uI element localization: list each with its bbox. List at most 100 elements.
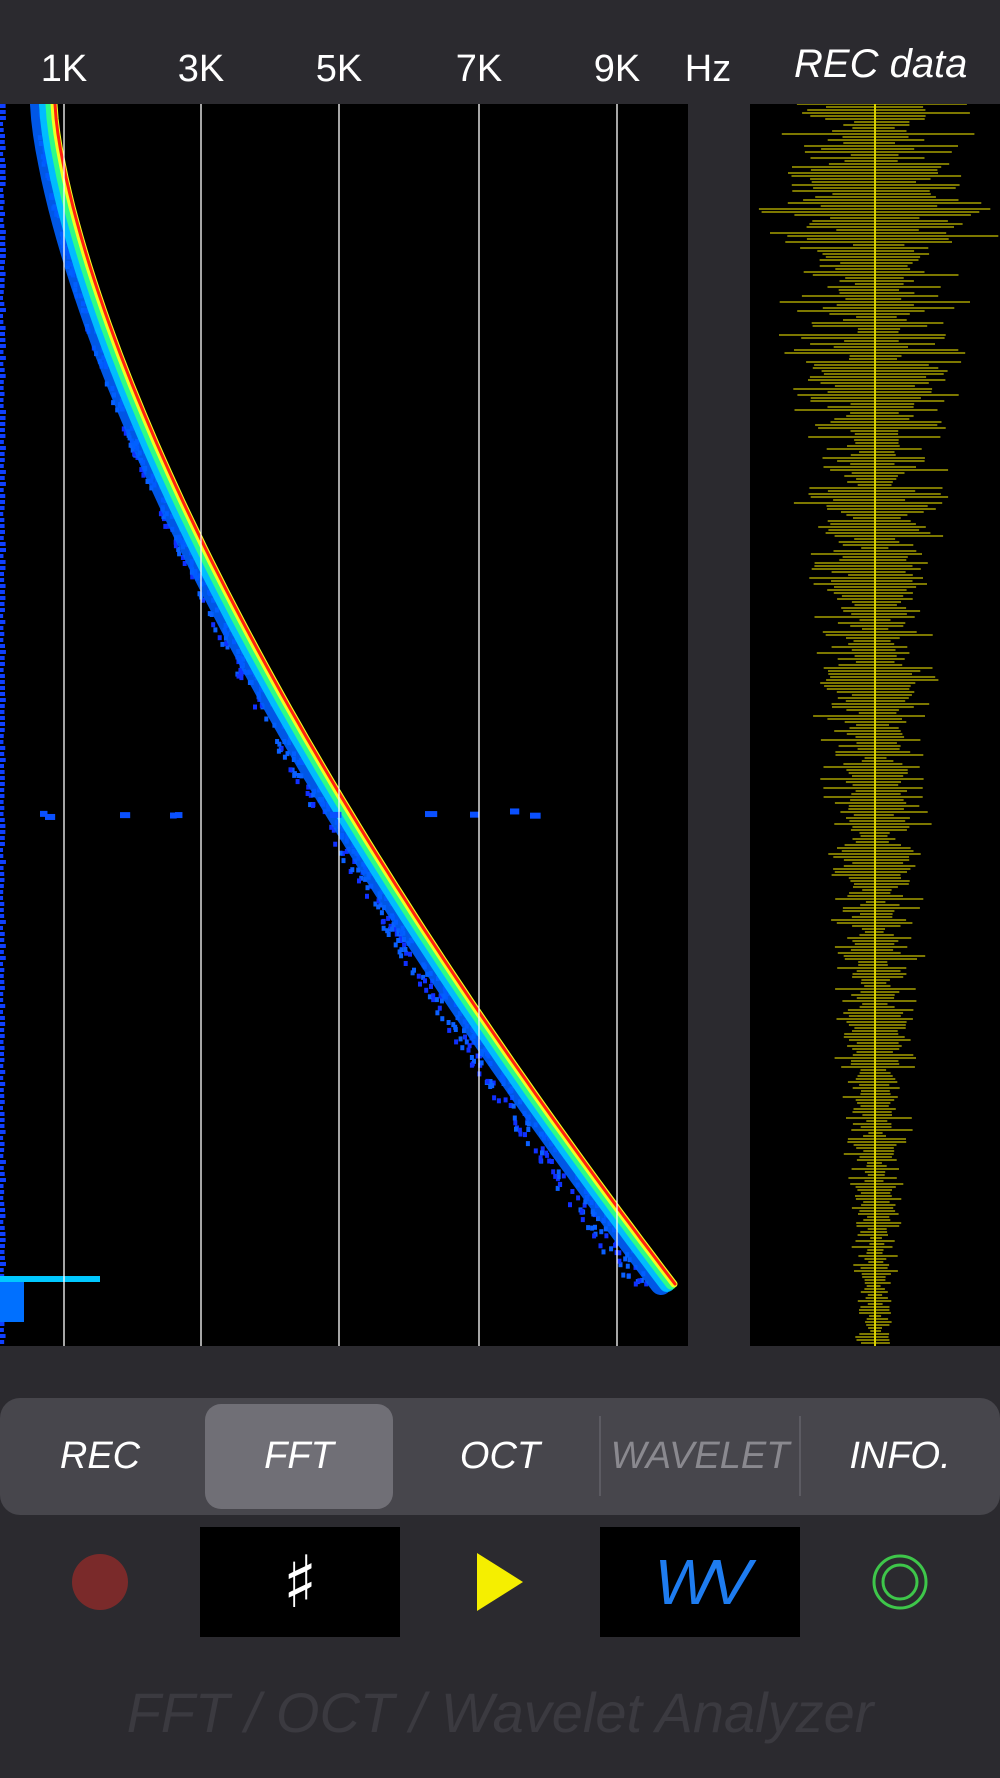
spectrogram-edge-noise xyxy=(0,740,4,744)
spectrogram-speckle xyxy=(435,1010,440,1016)
spectrogram-edge-noise xyxy=(0,362,4,366)
spectrogram-edge-noise xyxy=(0,128,4,132)
spectrogram-speckle xyxy=(533,1148,538,1154)
spectrogram-edge-noise xyxy=(0,470,6,474)
spectrogram-speckle xyxy=(557,1181,562,1187)
spectrogram-edge-noise xyxy=(0,1058,5,1062)
spectrogram-artifact xyxy=(0,1276,100,1282)
spectrogram-display[interactable] xyxy=(0,104,688,1346)
freq-unit-hz: Hz xyxy=(684,48,732,90)
spectrogram-edge-noise xyxy=(0,566,6,570)
spectrogram-edge-noise xyxy=(0,380,4,384)
spectrogram-edge-noise xyxy=(0,296,4,300)
spectrogram-edge-noise xyxy=(0,506,5,510)
spectrogram-edge-noise xyxy=(0,212,6,216)
spectrogram-edge-noise xyxy=(0,254,6,258)
spectrogram-edge-noise xyxy=(0,332,5,336)
spectrogram-edge-noise xyxy=(0,1064,4,1068)
spectrogram-edge-noise xyxy=(0,458,5,462)
spectrogram-edge-noise xyxy=(0,170,6,174)
spectrogram-edge-noise xyxy=(0,1124,5,1128)
spectrogram-edge-noise xyxy=(0,938,5,942)
tab-rec[interactable]: REC xyxy=(6,1404,194,1509)
spectrogram-edge-noise xyxy=(0,410,6,414)
spectrogram-edge-noise xyxy=(0,398,4,402)
spectrogram-edge-noise xyxy=(0,386,4,390)
spectrogram-edge-noise xyxy=(0,908,4,912)
tab-wavelet[interactable]: WAVELET xyxy=(606,1404,794,1509)
spectrogram-speckle xyxy=(357,878,361,884)
spectrogram-speckle xyxy=(447,1027,452,1033)
spectrogram-speckle xyxy=(617,1258,622,1264)
tab-oct[interactable]: OCT xyxy=(406,1404,594,1509)
spectrogram-speckle xyxy=(513,1120,518,1126)
spectrogram-speckle xyxy=(626,1273,631,1279)
spectrogram-speckle xyxy=(469,1055,474,1060)
spectrogram-edge-noise xyxy=(0,722,6,726)
play-button[interactable] xyxy=(450,1527,550,1637)
target-button[interactable] xyxy=(850,1527,950,1637)
spectrogram-edge-noise xyxy=(0,1214,6,1218)
spectrogram-speckle xyxy=(586,1225,591,1231)
spectrogram-speckle xyxy=(423,978,427,984)
spectrogram-edge-noise xyxy=(0,872,5,876)
spectrogram-speckle xyxy=(601,1249,606,1255)
spectrogram-edge-noise xyxy=(0,1202,5,1206)
wavelet-button[interactable]: WV xyxy=(600,1527,800,1637)
spectrogram-edge-noise xyxy=(0,944,6,948)
rec-data-waveform xyxy=(750,104,1000,1346)
spectrogram-edge-noise xyxy=(0,1334,6,1338)
spectrogram-edge-noise xyxy=(0,260,5,264)
spectrogram-edge-noise xyxy=(0,500,6,504)
spectrogram-edge-noise xyxy=(0,668,4,672)
spectrogram-speckle xyxy=(295,779,300,785)
spectrogram-edge-noise xyxy=(0,1196,4,1200)
spectrogram-speckle xyxy=(503,1097,508,1103)
spectrogram-edge-noise xyxy=(0,1112,5,1116)
spectrogram-speckle xyxy=(617,1250,622,1256)
spectrogram-edge-noise xyxy=(0,164,6,168)
spectrogram-speckle xyxy=(576,1195,581,1201)
spectrogram-artifact xyxy=(0,1282,24,1322)
spectrogram-edge-noise xyxy=(0,356,6,360)
spectrogram-edge-noise xyxy=(0,800,4,804)
spectrogram-edge-noise xyxy=(0,422,6,426)
spectrogram-edge-noise xyxy=(0,104,6,108)
spectrogram-speckle xyxy=(463,1034,467,1040)
spectrogram-edge-noise xyxy=(0,1244,5,1248)
spectrogram-edge-noise xyxy=(0,452,5,456)
spectrogram-edge-noise xyxy=(0,608,5,612)
spectrogram-speckle xyxy=(440,1016,445,1022)
spectrogram-speckle xyxy=(396,938,401,943)
spectrogram-edge-noise xyxy=(0,686,6,690)
spectrogram-speckle xyxy=(540,1150,544,1156)
spectrogram-artifact xyxy=(120,812,131,819)
spectrogram-edge-noise xyxy=(0,896,4,900)
spectrogram-edge-noise xyxy=(0,710,5,714)
record-button[interactable] xyxy=(50,1527,150,1637)
spectrogram-speckle xyxy=(458,1036,463,1042)
tab-fft[interactable]: FFT xyxy=(205,1404,393,1509)
spectrogram-edge-noise xyxy=(0,230,6,234)
spectrogram-sweep-band xyxy=(53,104,677,1286)
spectrogram-edge-noise xyxy=(0,578,5,582)
spectrogram-edge-noise xyxy=(0,878,5,882)
spectrogram-speckle xyxy=(424,987,429,993)
spectrogram-edge-noise xyxy=(0,152,4,156)
spectrogram-edge-noise xyxy=(0,134,5,138)
spectrogram-edge-noise xyxy=(0,1208,6,1212)
spectrogram-speckle xyxy=(599,1229,604,1235)
spectrogram-speckle xyxy=(466,1047,471,1053)
grid-toggle-button[interactable]: ♯ xyxy=(200,1527,400,1637)
spectrogram-edge-noise xyxy=(0,752,5,756)
tab-info[interactable]: INFO. xyxy=(806,1404,994,1509)
spectrogram-speckle xyxy=(365,885,370,891)
spectrogram-speckle xyxy=(551,1169,556,1175)
spectrogram-edge-noise xyxy=(0,554,4,558)
spectrogram-edge-noise xyxy=(0,770,5,774)
spectrogram-edge-noise xyxy=(0,968,5,972)
spectrogram-edge-noise xyxy=(0,782,5,786)
spectrogram-speckle xyxy=(479,1060,484,1066)
spectrogram-edge-noise xyxy=(0,542,6,546)
spectrogram-edge-noise xyxy=(0,734,4,738)
